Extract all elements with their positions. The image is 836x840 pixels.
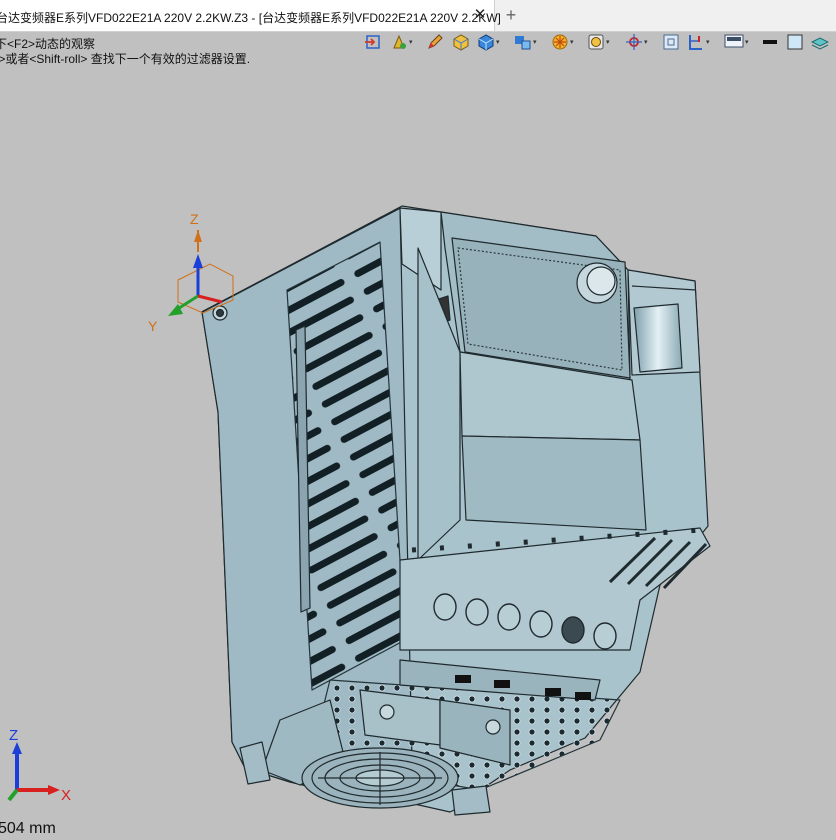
close-icon[interactable]: ✕ [471, 6, 489, 24]
line-style-icon[interactable] [761, 32, 779, 52]
corner-x-label: X [61, 787, 71, 804]
color-swatch-icon[interactable] [786, 32, 804, 52]
document-tab-title: 台达变频器E系列VFD022E21A 220V 2.2KW.Z3 - [台达变频… [0, 11, 501, 25]
view-orientation-icon[interactable] [364, 32, 382, 52]
triad-z-label: Z [190, 211, 199, 227]
document-tab[interactable]: 台达变频器E系列VFD022E21A 220V 2.2KW.Z3 - [台达变频… [0, 0, 501, 31]
camera-icon[interactable]: ▾ [587, 32, 610, 52]
layer-icon[interactable] [811, 32, 829, 52]
3d-viewport[interactable]: Z Y Z X [0, 62, 836, 835]
corner-z-label: Z [9, 727, 18, 744]
snap-icon[interactable]: ▾ [625, 32, 648, 52]
scale-readout: 504 mm [0, 820, 56, 837]
new-tab-plus-icon[interactable]: + [501, 4, 521, 26]
inverter-model [201, 205, 711, 816]
cad-model-view: Z Y Z X [7, 205, 711, 816]
shaded-box-icon[interactable] [452, 32, 470, 52]
filter-icon[interactable]: ▾ [687, 32, 710, 52]
triad-y-label: Y [148, 318, 158, 334]
frame-icon[interactable] [662, 32, 680, 52]
pencil-icon[interactable] [426, 32, 444, 52]
corner-axis-indicator: Z X [7, 727, 71, 804]
document-tab-bar: 台达变频器E系列VFD022E21A 220V 2.2KW.Z3 - [台达变频… [0, 0, 836, 32]
render-mode-icon[interactable]: ▾ [390, 32, 413, 52]
sun-icon[interactable]: ▾ [551, 32, 574, 52]
display-icon[interactable]: ▾ [724, 32, 749, 52]
assembly-icon[interactable]: ▾ [514, 32, 537, 52]
cube-icon[interactable]: ▾ [477, 32, 500, 52]
